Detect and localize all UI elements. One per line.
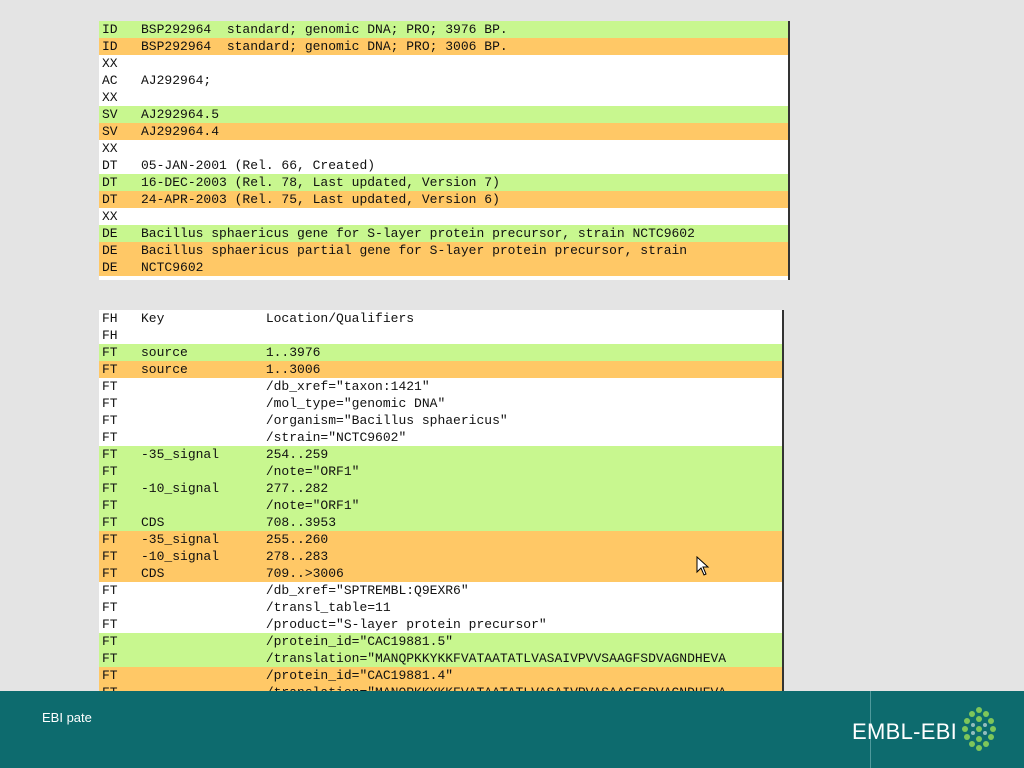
record-line: ID BSP292964 standard; genomic DNA; PRO;…: [99, 38, 788, 55]
record-line: FT /db_xref="SPTREMBL:Q9EXR6": [102, 583, 469, 598]
record-line: DT 16-DEC-2003 (Rel. 78, Last updated, V…: [99, 174, 788, 191]
slide-footer: EBI pate EMBL-EBI: [0, 691, 1024, 768]
record-line: AC AJ292964;: [102, 73, 212, 88]
record-line: FH Key Location/Qualifiers: [102, 311, 415, 326]
record-line: FT -35_signal 255..260: [99, 531, 782, 548]
record-line: XX: [102, 90, 118, 105]
record-line: XX: [102, 141, 118, 156]
record-line: DE NCTC9602: [99, 259, 788, 276]
record-line: FT -10_signal 278..283: [99, 548, 782, 565]
record-line: FT source 1..3006: [99, 361, 782, 378]
record-line: DE Bacillus sphaericus partial gene for …: [99, 242, 788, 259]
record-line: DE Bacillus sphaericus gene for S-layer …: [99, 225, 788, 242]
record-line: FT CDS 708..3953: [99, 514, 782, 531]
record-line: SV AJ292964.5: [99, 106, 788, 123]
record-line: FT source 1..3976: [99, 344, 782, 361]
record-line: FT /strain="NCTC9602": [102, 430, 407, 445]
record-line: DT 05-JAN-2001 (Rel. 66, Created): [102, 158, 376, 173]
footer-caption: EBI pate: [42, 710, 92, 725]
record-line: FT /translation="MANQPKKYKKFVATAATATLVAS…: [99, 650, 782, 667]
record-line: FT /organism="Bacillus sphaericus": [102, 413, 508, 428]
record-line: FT CDS 709..>3006: [99, 565, 782, 582]
record-line: FT /db_xref="taxon:1421": [102, 379, 430, 394]
record-line: FT /mol_type="genomic DNA": [102, 396, 446, 411]
record-line: ID BSP292964 standard; genomic DNA; PRO;…: [99, 21, 788, 38]
embl-feature-table-panel: FH Key Location/Qualifiers FH FT source 1.…: [99, 310, 784, 734]
record-line: SV AJ292964.4: [99, 123, 788, 140]
record-line: DT 24-APR-2003 (Rel. 75, Last updated, V…: [99, 191, 788, 208]
mouse-cursor-icon: [696, 556, 710, 576]
record-line: XX: [102, 56, 118, 71]
embl-ebi-logo-icon: [962, 707, 996, 751]
record-line: FT -35_signal 254..259: [99, 446, 782, 463]
record-line: FH: [102, 328, 118, 343]
record-line: XX: [102, 209, 118, 224]
record-line: FT /note="ORF1": [99, 497, 782, 514]
record-line: FT /protein_id="CAC19881.4": [99, 667, 782, 684]
record-line: FT -10_signal 277..282: [99, 480, 782, 497]
record-line: FT /protein_id="CAC19881.5": [99, 633, 782, 650]
embl-ebi-brand: EMBL-EBI: [852, 719, 958, 744]
embl-record-header-panel: ID BSP292964 standard; genomic DNA; PRO;…: [99, 21, 790, 280]
record-line: FT /transl_table=11: [102, 600, 391, 615]
record-line: FT /product="S-layer protein precursor": [102, 617, 547, 632]
record-line: FT /note="ORF1": [99, 463, 782, 480]
